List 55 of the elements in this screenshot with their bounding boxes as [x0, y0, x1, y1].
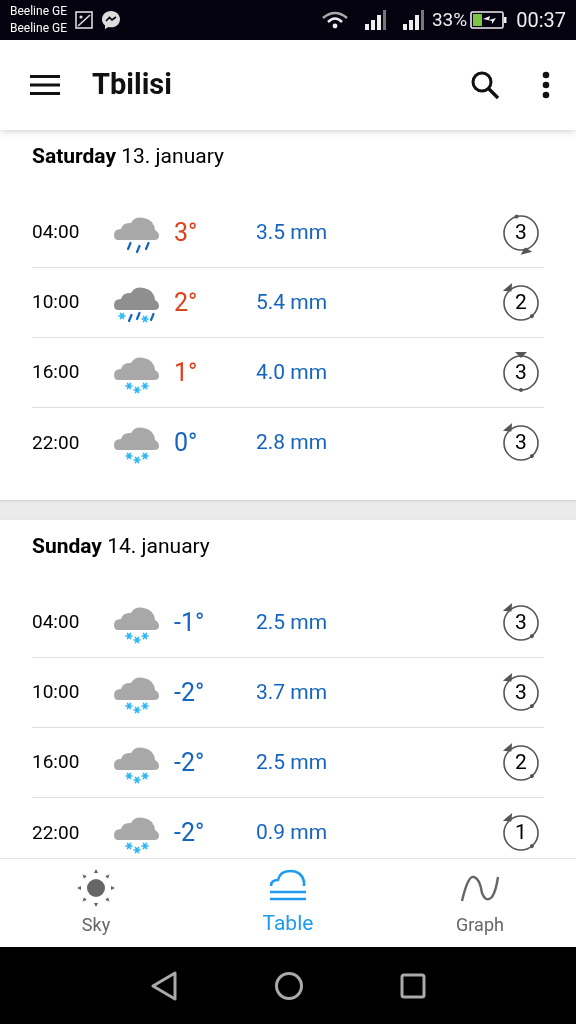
- precipitation: 3.5 mm: [256, 218, 329, 246]
- back-icon[interactable]: [150, 970, 178, 1001]
- temperature: 0°: [174, 427, 199, 460]
- cloud-lines-icon: [268, 868, 308, 903]
- temperature: 1°: [174, 356, 199, 389]
- clock: 00:37: [516, 7, 566, 34]
- carrier-name: Beeline GE: [10, 20, 67, 37]
- wind-force: 2: [515, 748, 527, 776]
- home-icon[interactable]: [274, 970, 304, 1001]
- carrier-name: Beeline GE: [10, 3, 67, 20]
- signal-icon: [401, 9, 426, 31]
- temperature: -2°: [174, 676, 206, 709]
- nav-tab[interactable]: Table: [192, 859, 384, 947]
- time-label: 22:00: [32, 429, 81, 456]
- time-label: 16:00: [32, 359, 81, 386]
- time-label: 10:00: [32, 679, 81, 706]
- temperature: 3°: [174, 216, 199, 249]
- sun-icon: [77, 868, 115, 907]
- wind-force: 3: [515, 678, 527, 706]
- image-icon: [75, 11, 93, 29]
- precipitation: 2.5 mm: [256, 608, 329, 636]
- time-label: 10:00: [32, 289, 81, 316]
- signal-icon: [363, 9, 388, 31]
- app-title: Tbilisi: [92, 66, 172, 104]
- precipitation: 2.8 mm: [256, 429, 329, 457]
- battery-percent: 33%: [431, 6, 468, 33]
- temperature: -2°: [174, 817, 206, 850]
- day-heading: Saturday 13. january: [32, 143, 225, 170]
- wind-force: 3: [515, 358, 527, 386]
- chat-bubble-icon: [101, 10, 121, 30]
- time-label: 04:00: [32, 219, 81, 246]
- search-icon[interactable]: [470, 70, 500, 100]
- wind-force: 3: [515, 429, 527, 457]
- wind-force: 3: [515, 608, 527, 636]
- time-label: 04:00: [32, 609, 81, 636]
- temperature: 2°: [174, 286, 199, 319]
- menu-icon[interactable]: [30, 74, 60, 96]
- precipitation: 5.4 mm: [256, 288, 329, 316]
- wind-force: 3: [515, 218, 527, 246]
- precipitation: 0.9 mm: [256, 819, 329, 847]
- precipitation: 3.7 mm: [256, 678, 329, 706]
- temperature: -1°: [174, 606, 206, 639]
- wind-force: 1: [515, 819, 527, 847]
- precipitation: 4.0 mm: [256, 358, 329, 386]
- precipitation: 2.5 mm: [256, 748, 329, 776]
- recents-icon[interactable]: [400, 972, 426, 999]
- time-label: 22:00: [32, 819, 81, 846]
- more-options-icon[interactable]: [542, 71, 550, 99]
- day-heading: Sunday 14. january: [32, 533, 211, 560]
- battery-charging-icon: [470, 10, 509, 30]
- wind-force: 2: [515, 288, 527, 316]
- nav-tab[interactable]: Sky: [0, 859, 192, 947]
- nav-tab[interactable]: Graph: [384, 859, 576, 947]
- temperature: -2°: [174, 746, 206, 779]
- time-label: 16:00: [32, 749, 81, 776]
